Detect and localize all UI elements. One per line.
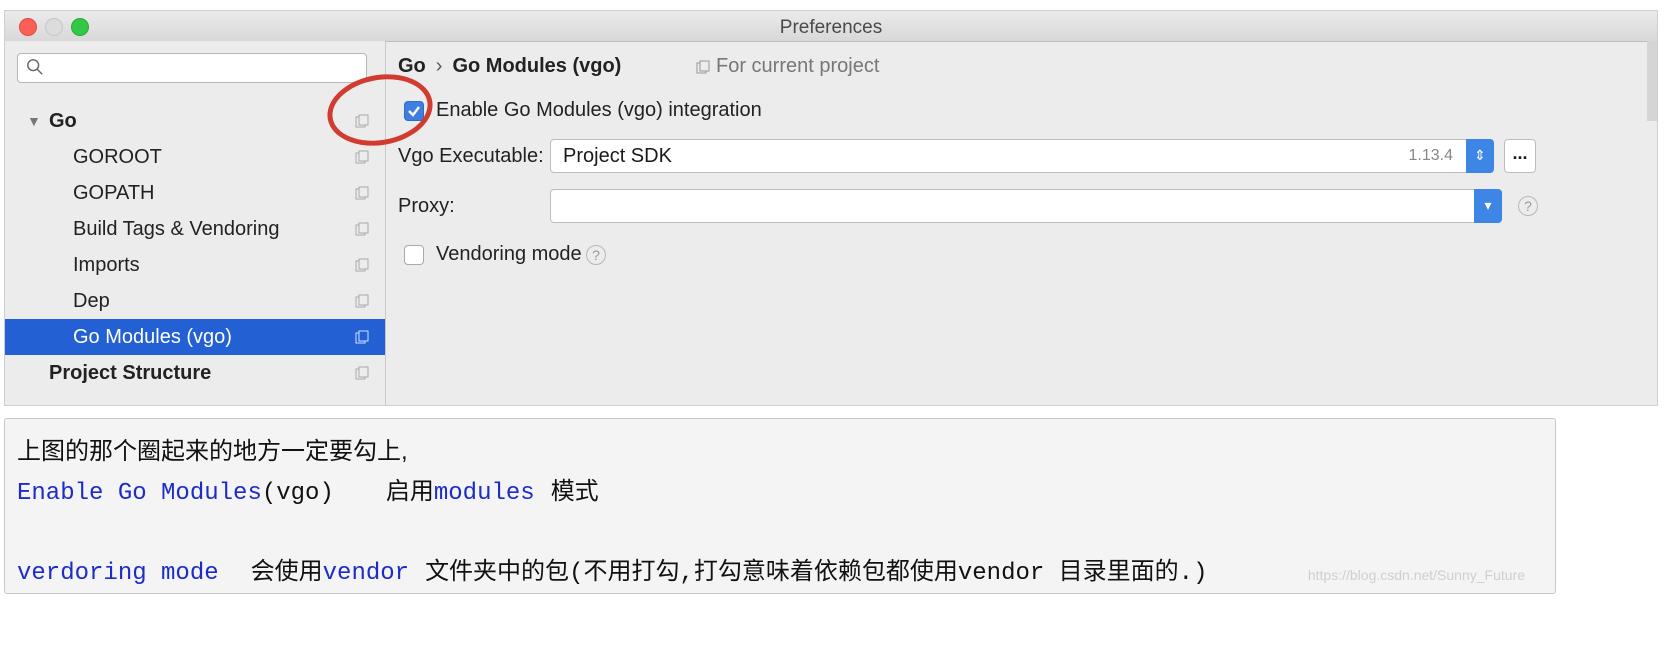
copy-icon xyxy=(355,366,369,380)
tree-item-label: Dep xyxy=(73,290,110,312)
window-title: Preferences xyxy=(779,17,883,38)
tree-item-goroot[interactable]: GOROOT xyxy=(5,139,385,175)
note-code-enable: Enable Go Modules xyxy=(17,480,262,507)
note-code-modules: modules xyxy=(433,480,535,507)
tree-item-label: Imports xyxy=(73,254,140,276)
settings-sidebar: ▼ Go GOROOT GOPATH Build Tags & Vendorin… xyxy=(5,41,386,405)
tree-item-label: GOPATH xyxy=(73,182,155,204)
sdk-version: 1.13.4 xyxy=(1408,147,1453,164)
note-line-1: 上图的那个圈起来的地方一定要勾上, xyxy=(17,438,408,465)
copy-icon xyxy=(355,150,369,164)
tree-item-label: Project Structure xyxy=(49,362,212,384)
tree-item-dep[interactable]: Dep xyxy=(5,283,385,319)
note-code-vendor: vendor xyxy=(322,560,410,587)
note-zh-mode: 模式 xyxy=(550,478,599,505)
settings-search-input[interactable] xyxy=(17,53,367,83)
breadcrumb-separator: › xyxy=(435,55,443,77)
copy-icon xyxy=(355,222,369,236)
search-field[interactable] xyxy=(52,57,356,81)
tree-item-go-modules[interactable]: Go Modules (vgo) xyxy=(5,319,385,355)
note-paren-explanation: (不用打勾,打勾意味着依赖包都使用vendor 目录里面的.) xyxy=(569,560,1208,587)
breadcrumb-current: Go Modules (vgo) xyxy=(452,55,622,77)
tree-item-label: Build Tags & Vendoring xyxy=(73,218,280,240)
vgo-executable-value: Project SDK xyxy=(563,145,672,167)
preferences-window: Preferences ▼ Go GOROOT GOPATH Build Tag… xyxy=(4,10,1658,406)
note-paren-vgo: (vgo) xyxy=(261,480,334,507)
note-zh-use: 会使用 xyxy=(250,558,323,585)
note-code-vendoring: verdoring mode xyxy=(17,560,219,587)
vgo-executable-label: Vgo Executable: xyxy=(398,145,544,167)
tree-item-project-structure[interactable]: Project Structure xyxy=(5,355,385,391)
help-icon[interactable]: ? xyxy=(1518,196,1538,216)
settings-content: Go › Go Modules (vgo) For current project … xyxy=(386,41,1657,405)
vendoring-mode-label[interactable]: Vendoring mode xyxy=(436,243,582,266)
note-line-2: Enable Go Modules(vgo) 启用modules 模式 xyxy=(17,471,599,507)
copy-icon xyxy=(355,186,369,200)
annotation-note-box: 上图的那个圈起来的地方一定要勾上, Enable Go Modules(vgo)… xyxy=(4,418,1556,594)
help-icon[interactable]: ? xyxy=(586,245,606,265)
scope-indicator: For current project xyxy=(696,55,879,78)
chevron-down-icon[interactable]: ▾ xyxy=(1474,189,1502,223)
copy-icon xyxy=(355,294,369,308)
breadcrumb-parent[interactable]: Go xyxy=(398,55,426,77)
tree-item-build-tags[interactable]: Build Tags & Vendoring xyxy=(5,211,385,247)
enable-modules-label[interactable]: Enable Go Modules (vgo) integration xyxy=(436,99,762,122)
copy-icon xyxy=(696,60,710,74)
updown-chevron-icon[interactable]: ⇕ xyxy=(1466,139,1494,173)
tree-item-label: Go Modules (vgo) xyxy=(73,326,232,348)
tree-item-gopath[interactable]: GOPATH xyxy=(5,175,385,211)
copy-icon xyxy=(355,258,369,272)
watermark: https://blog.csdn.net/Sunny_Future xyxy=(1307,567,1525,583)
proxy-select[interactable]: ▾ xyxy=(550,189,1502,223)
browse-button[interactable]: ... xyxy=(1504,139,1536,173)
proxy-label: Proxy: xyxy=(398,195,455,217)
vendoring-mode-checkbox[interactable] xyxy=(404,245,424,265)
tree-item-label: GOROOT xyxy=(73,146,162,168)
scrollbar[interactable] xyxy=(1647,41,1657,121)
note-zh-folder: 文件夹中的包 xyxy=(425,558,570,585)
copy-icon xyxy=(355,330,369,344)
search-icon xyxy=(27,59,43,75)
breadcrumb: Go › Go Modules (vgo) xyxy=(398,55,621,78)
note-zh-enable: 启用 xyxy=(385,478,434,505)
title-bar: Preferences xyxy=(5,11,1657,42)
tree-item-imports[interactable]: Imports xyxy=(5,247,385,283)
expand-triangle-icon[interactable]: ▼ xyxy=(27,103,41,139)
vgo-executable-select[interactable]: Project SDK 1.13.4 ⇕ xyxy=(550,139,1494,173)
tree-item-label: Go xyxy=(49,110,77,132)
scope-label: For current project xyxy=(716,55,880,77)
note-line-4: verdoring mode 会使用vendor 文件夹中的包(不用打勾,打勾意味着… xyxy=(17,551,1208,587)
